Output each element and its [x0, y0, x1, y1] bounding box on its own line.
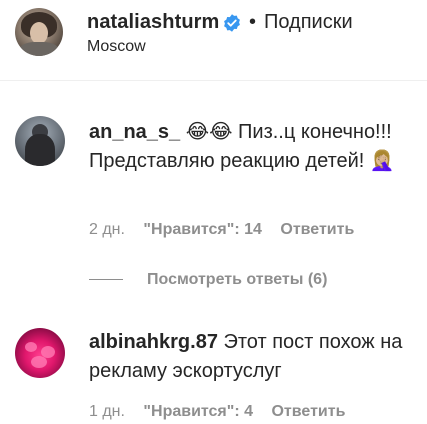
comment-username[interactable]: albinahkrg.87 [89, 331, 218, 353]
avatar-body-shape [19, 42, 59, 56]
comment-meta: 2 дн. "Нравится": 14 Ответить [89, 221, 368, 239]
commenter-avatar[interactable] [15, 116, 65, 166]
following-button[interactable]: Подписки [264, 11, 353, 34]
avatar-flower-shape [31, 356, 47, 368]
author-username[interactable]: nataliashturm [87, 11, 219, 34]
comment-likes[interactable]: "Нравится": 4 [143, 403, 253, 420]
view-replies-label: Посмотреть ответы (6) [147, 271, 328, 288]
comment-body: an_na_s_ 😂😂 Пиз..ц конечно!!! Представля… [89, 118, 409, 176]
comment-body: albinahkrg.87 Этот пост похож на рекламу… [89, 328, 409, 386]
commenter-avatar[interactable] [15, 328, 65, 378]
reply-button[interactable]: Ответить [271, 403, 345, 420]
comment-meta: 1 дн. "Нравится": 4 Ответить [89, 403, 359, 421]
header-divider [0, 80, 427, 81]
comment-likes[interactable]: "Нравится": 14 [143, 221, 262, 238]
post-location[interactable]: Moscow [87, 38, 146, 56]
avatar-flower-shape [25, 342, 37, 352]
avatar-figure-shape [25, 134, 55, 166]
reply-button[interactable]: Ответить [280, 221, 354, 238]
comment-time[interactable]: 1 дн. [89, 403, 125, 420]
replies-line-divider [89, 279, 123, 281]
author-avatar[interactable] [15, 8, 63, 56]
view-replies-button[interactable]: Посмотреть ответы (6) [89, 271, 327, 289]
avatar-face-shape [30, 22, 48, 44]
comment-time[interactable]: 2 дн. [89, 221, 125, 238]
header-dot-separator: • [249, 11, 257, 33]
post-header: nataliashturm • Подписки Moscow [0, 0, 427, 70]
comment-username[interactable]: an_na_s_ [89, 121, 180, 143]
verified-badge-icon [224, 14, 240, 32]
